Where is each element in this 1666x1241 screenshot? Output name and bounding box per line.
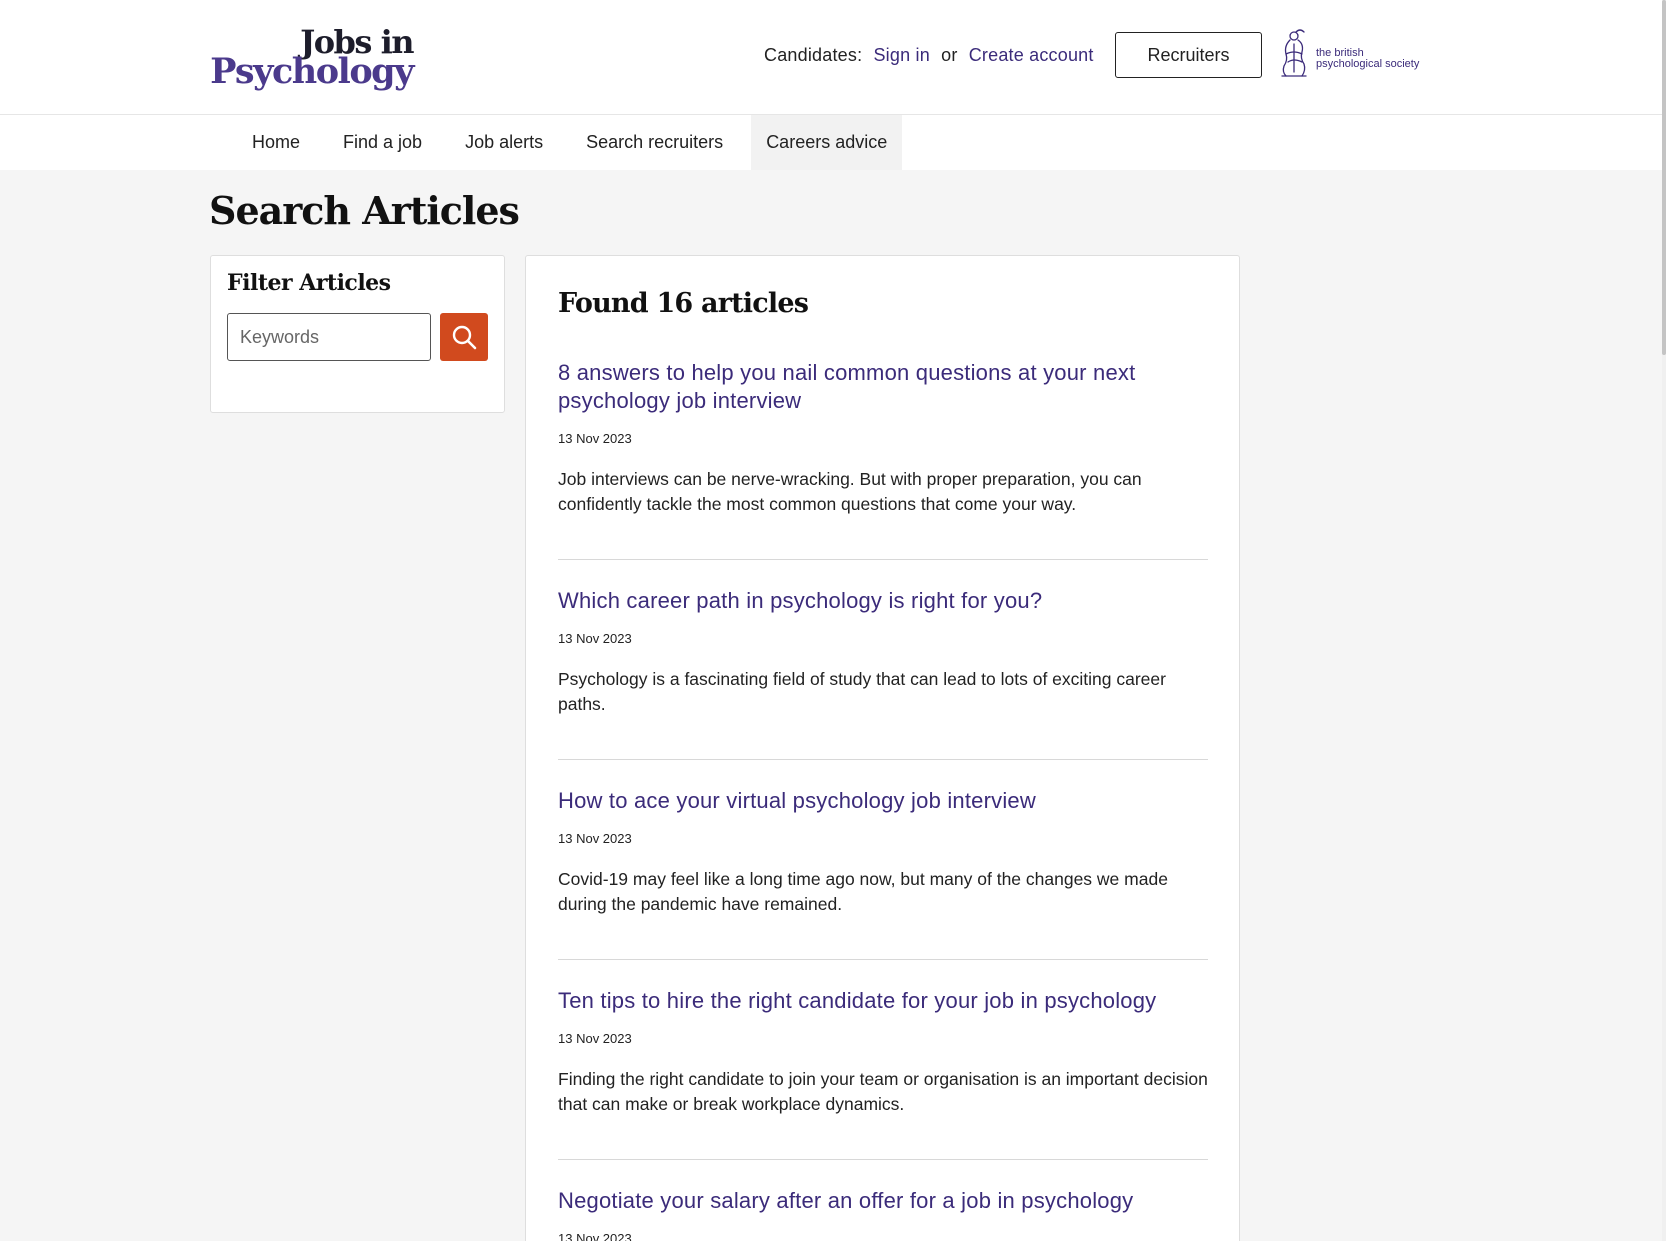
nav-item-careers-advice[interactable]: Careers advice: [751, 115, 903, 170]
article-divider: [558, 959, 1208, 960]
article-summary: Psychology is a fascinating field of stu…: [558, 669, 1166, 714]
article-summary: Job interviews can be nerve-wracking. Bu…: [558, 469, 1142, 514]
filter-heading: Filter Articles: [227, 270, 391, 296]
article-title-link[interactable]: Negotiate your salary after an offer for…: [558, 1187, 1208, 1215]
bps-logo-text: the british psychological society: [1316, 47, 1420, 70]
article-title-link[interactable]: Which career path in psychology is right…: [558, 587, 1208, 615]
page-title: Search Articles: [209, 188, 520, 233]
article-item: Which career path in psychology is right…: [558, 587, 1208, 760]
keywords-input[interactable]: [227, 313, 431, 361]
search-icon: [452, 325, 477, 350]
sign-in-link[interactable]: Sign in: [873, 45, 929, 65]
create-account-link[interactable]: Create account: [969, 45, 1094, 65]
article-date: 13 Nov 2023: [558, 431, 632, 446]
site-header: Jobs in Psychology Candidates: Sign in o…: [0, 0, 1662, 115]
or-text: or: [941, 45, 958, 65]
page: Jobs in Psychology Candidates: Sign in o…: [0, 0, 1666, 1241]
article-item: Ten tips to hire the right candidate for…: [558, 987, 1208, 1160]
article-title-link[interactable]: Ten tips to hire the right candidate for…: [558, 987, 1208, 1015]
main-nav: Home Find a job Job alerts Search recrui…: [0, 115, 1662, 170]
candidates-label: Candidates:: [764, 45, 863, 65]
article-summary: Covid-19 may feel like a long time ago n…: [558, 869, 1168, 914]
site-logo[interactable]: Jobs in Psychology: [210, 24, 414, 94]
nav-item-find-a-job[interactable]: Find a job: [328, 115, 437, 170]
article-title-link[interactable]: 8 answers to help you nail common questi…: [558, 359, 1208, 415]
article-date: 13 Nov 2023: [558, 831, 632, 846]
filter-panel: Filter Articles: [210, 255, 505, 413]
results-count-heading: Found 16 articles: [558, 288, 809, 319]
article-item: How to ace your virtual psychology job i…: [558, 787, 1208, 960]
article-date: 13 Nov 2023: [558, 1231, 632, 1241]
candidate-links: Candidates: Sign in or Create account: [764, 43, 1094, 67]
article-item: Negotiate your salary after an offer for…: [558, 1187, 1208, 1241]
logo-line-2: Psychology: [210, 51, 414, 92]
recruiters-button[interactable]: Recruiters: [1115, 32, 1262, 78]
article-date: 13 Nov 2023: [558, 631, 632, 646]
nav-item-job-alerts[interactable]: Job alerts: [450, 115, 558, 170]
article-divider: [558, 1159, 1208, 1160]
article-title-link[interactable]: How to ace your virtual psychology job i…: [558, 787, 1208, 815]
results-panel: Found 16 articles 8 answers to help you …: [525, 255, 1240, 1241]
article-divider: [558, 559, 1208, 560]
article-date: 13 Nov 2023: [558, 1031, 632, 1046]
article-divider: [558, 759, 1208, 760]
article-summary: Finding the right candidate to join your…: [558, 1069, 1208, 1114]
nav-item-home[interactable]: Home: [237, 115, 315, 170]
article-item: 8 answers to help you nail common questi…: [558, 359, 1208, 560]
page-scrollbar[interactable]: [1662, 0, 1666, 1241]
search-button[interactable]: [440, 313, 488, 361]
nav-item-search-recruiters[interactable]: Search recruiters: [571, 115, 738, 170]
bps-logo-icon: [1281, 29, 1307, 77]
bps-logo[interactable]: the british psychological society: [1276, 28, 1426, 80]
scrollbar-thumb[interactable]: [1662, 0, 1666, 355]
